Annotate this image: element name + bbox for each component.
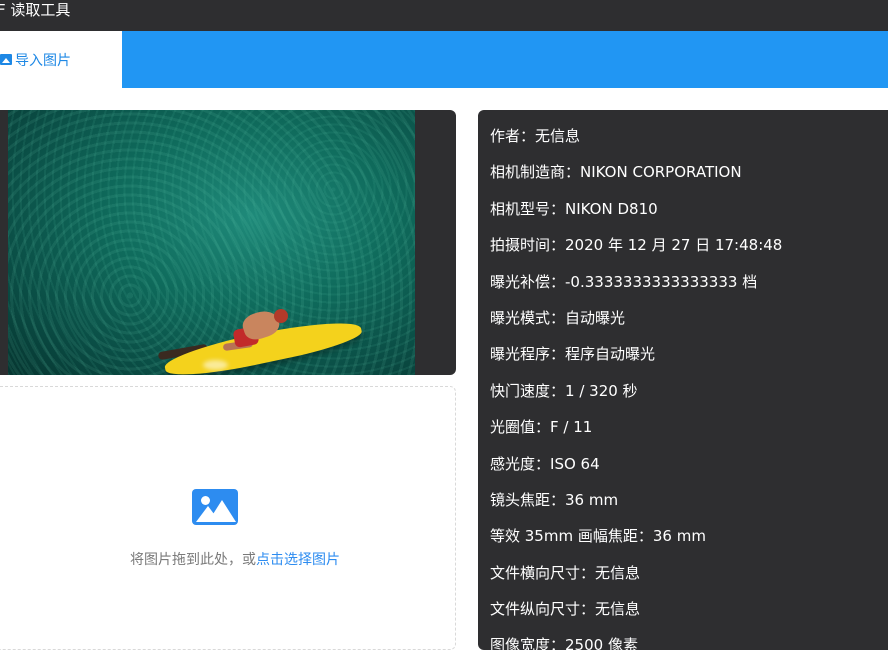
exif-row: 相机制造商：NIKON CORPORATION: [490, 161, 888, 197]
exif-label: 曝光补偿：: [490, 272, 566, 291]
exif-row: 曝光补偿：-0.3333333333333333 档: [490, 271, 888, 307]
exif-label: 作者：: [490, 127, 536, 145]
exif-label: 感光度：: [490, 454, 551, 473]
exif-row: 作者：无信息: [490, 125, 888, 161]
exif-row: 文件纵向尺寸：无信息: [490, 598, 888, 634]
exif-label: 等效 35mm 画幅焦距：: [490, 527, 653, 546]
image-icon: [0, 54, 12, 65]
exif-row: 相机型号：NIKON D810: [490, 198, 888, 234]
title-bar: F 读取工具: [0, 0, 888, 31]
exif-row: 等效 35mm 画幅焦距：36 mm: [490, 525, 888, 561]
upload-dropzone[interactable]: 将图片拖到此处，或点击选择图片: [0, 386, 456, 650]
exif-label: 镜头焦距：: [490, 490, 566, 509]
exif-row: 曝光模式：自动曝光: [490, 307, 888, 343]
exif-value: 无信息: [595, 563, 641, 582]
mountain-shape: [208, 500, 236, 522]
dropzone-prompt-text: 将图片拖到此处，或: [130, 552, 256, 568]
exif-label: 拍摄时间：: [490, 236, 566, 255]
app-title: F 读取工具: [0, 1, 71, 19]
exif-value: 1 / 320 秒: [565, 381, 638, 400]
dropzone-prompt: 将图片拖到此处，或点击选择图片: [0, 549, 455, 569]
exif-value: 36 mm: [652, 527, 706, 546]
tab-import-image[interactable]: 导入图片: [0, 31, 122, 88]
exif-label: 快门速度：: [490, 381, 566, 400]
exif-label: 文件纵向尺寸：: [490, 600, 596, 619]
image-icon: [192, 489, 238, 525]
exif-value: 无信息: [535, 127, 581, 145]
exif-value: 无信息: [595, 600, 641, 619]
exif-value: NIKON D810: [565, 199, 658, 218]
exif-value: 2500 像素: [565, 636, 638, 650]
exif-label: 曝光程序：: [490, 345, 566, 364]
exif-label: 相机制造商：: [490, 163, 581, 182]
exif-value: -0.3333333333333333 档: [565, 272, 758, 291]
tab-label: 导入图片: [15, 52, 71, 69]
exif-row: 感光度：ISO 64: [490, 453, 888, 489]
exif-label: 曝光模式：: [490, 308, 566, 327]
rider-head: [274, 309, 288, 323]
tab-bar: 导入图片: [0, 31, 888, 88]
exif-row: 拍摄时间：2020 年 12 月 27 日 17:48:48: [490, 234, 888, 270]
exif-row: 图像宽度：2500 像素: [490, 634, 888, 650]
exif-value: NIKON CORPORATION: [580, 163, 742, 182]
exif-value: ISO 64: [550, 454, 600, 473]
exif-label: 文件横向尺寸：: [490, 563, 596, 582]
preview-photo: [8, 110, 415, 375]
water-splash: [203, 360, 228, 370]
exif-value: 36 mm: [565, 490, 619, 509]
exif-value: F / 11: [550, 418, 593, 437]
exif-row: 镜头焦距：36 mm: [490, 489, 888, 525]
exif-label: 光圈值：: [490, 418, 551, 437]
select-image-link[interactable]: 点击选择图片: [256, 552, 340, 568]
exif-row: 光圈值：F / 11: [490, 416, 888, 452]
exif-value: 程序自动曝光: [565, 345, 656, 364]
exif-row: 文件横向尺寸：无信息: [490, 562, 888, 598]
exif-row: 快门速度：1 / 320 秒: [490, 380, 888, 416]
exif-value: 自动曝光: [565, 308, 626, 327]
exif-value: 2020 年 12 月 27 日 17:48:48: [565, 236, 783, 255]
image-preview-card: [0, 110, 456, 375]
exif-row: 曝光程序：程序自动曝光: [490, 343, 888, 379]
exif-label: 图像宽度：: [490, 636, 566, 650]
exif-list: 作者：无信息 相机制造商：NIKON CORPORATION 相机型号：NIKO…: [478, 110, 888, 650]
exif-info-panel: 作者：无信息 相机制造商：NIKON CORPORATION 相机型号：NIKO…: [478, 110, 888, 650]
exif-label: 相机型号：: [490, 199, 566, 218]
